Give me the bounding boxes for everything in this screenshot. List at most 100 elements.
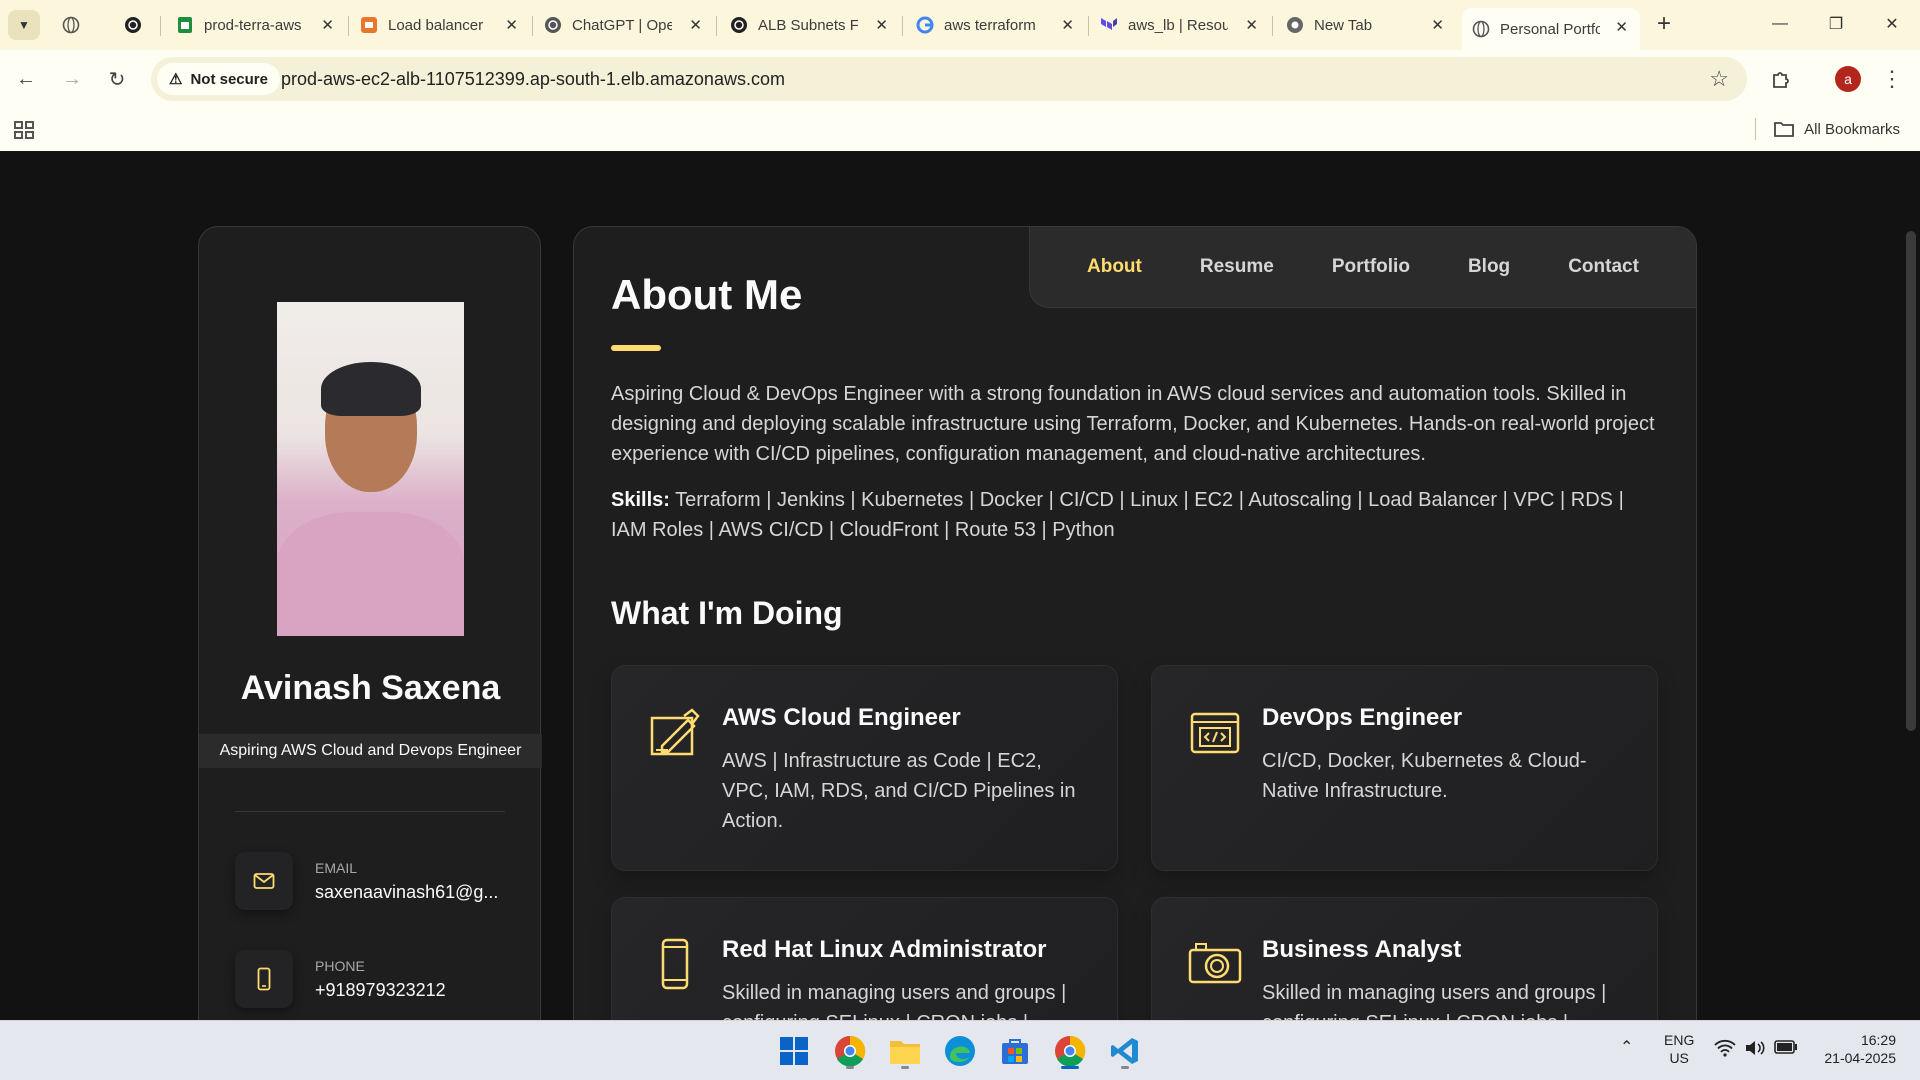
taskbar-chrome-profile[interactable]: [830, 1031, 870, 1071]
tab-4[interactable]: Load balancer ✕: [360, 8, 530, 42]
back-button[interactable]: ←: [10, 63, 42, 95]
all-bookmarks-button[interactable]: All Bookmarks: [1755, 118, 1900, 140]
aws-icon: [360, 16, 378, 34]
menu-button[interactable]: ⋮: [1876, 63, 1908, 95]
nav-blog[interactable]: Blog: [1468, 256, 1510, 278]
volume-icon[interactable]: [1744, 1039, 1766, 1061]
tab-title: ChatGPT | Ope: [572, 16, 672, 34]
tab-3[interactable]: prod-terra-aws ✕: [176, 8, 346, 42]
minimize-icon: —: [1772, 15, 1788, 32]
chrome-icon: [1286, 16, 1304, 34]
url-text[interactable]: prod-aws-ec2-alb-1107512399.ap-south-1.e…: [281, 69, 785, 90]
tab-title: aws terraform: [944, 16, 1036, 34]
code-window-icon: [1190, 712, 1240, 754]
profile-sidebar: Avinash Saxena Aspiring AWS Cloud and De…: [198, 226, 542, 1020]
tab-5[interactable]: ChatGPT | Ope ✕: [544, 8, 714, 42]
close-icon[interactable]: ✕: [875, 16, 888, 34]
taskbar-edge[interactable]: [940, 1031, 980, 1071]
close-icon[interactable]: ✕: [1061, 16, 1074, 34]
profile-title-badge: Aspiring AWS Cloud and Devops Engineer: [199, 734, 542, 768]
chevron-down-icon: ▼: [18, 18, 30, 32]
tab-strip: ▼ prod-terra-aws ✕ Load balancer ✕ ChatG…: [0, 0, 1920, 50]
tab-8[interactable]: aws_lb | Resou ✕: [1100, 8, 1270, 42]
apps-grid-icon[interactable]: [12, 118, 36, 142]
close-icon: ✕: [1885, 16, 1899, 33]
contact-label: Phone: [315, 957, 365, 974]
chrome-icon: [1055, 1035, 1086, 1067]
close-icon[interactable]: ✕: [321, 16, 334, 34]
nav-resume[interactable]: Resume: [1200, 256, 1274, 278]
language-indicator[interactable]: ENG US: [1664, 1031, 1694, 1067]
forward-button[interactable]: →: [56, 63, 88, 95]
globe-icon: [1472, 20, 1490, 38]
close-icon[interactable]: ✕: [1431, 16, 1444, 34]
reload-button[interactable]: ↻: [101, 63, 133, 95]
start-button[interactable]: [774, 1031, 814, 1071]
arrow-right-icon: →: [62, 67, 82, 90]
tab-1[interactable]: [62, 8, 92, 42]
service-card: Red Hat Linux Administrator Skilled in m…: [611, 897, 1118, 1020]
bookmark-star-icon[interactable]: ☆: [1709, 66, 1729, 92]
taskbar-vscode[interactable]: [1105, 1031, 1145, 1071]
nav-about[interactable]: About: [1087, 256, 1142, 278]
service-title: Red Hat Linux Administrator: [722, 936, 1047, 963]
close-icon[interactable]: ✕: [1245, 16, 1258, 34]
globe-icon: [62, 16, 80, 34]
taskbar-chrome-active[interactable]: [1050, 1031, 1090, 1071]
service-title: Business Analyst: [1262, 936, 1462, 963]
taskbar-file-explorer[interactable]: [885, 1031, 925, 1071]
tab-7[interactable]: aws terraform ✕: [916, 8, 1086, 42]
close-icon[interactable]: ✕: [505, 16, 518, 34]
page-scrollbar[interactable]: [1906, 231, 1916, 731]
profile-avatar[interactable]: a: [1835, 66, 1861, 92]
taskbar-store[interactable]: [995, 1031, 1035, 1071]
service-desc: CI/CD, Docker, Kubernetes & Cloud-Native…: [1262, 750, 1587, 802]
all-bookmarks-label: All Bookmarks: [1804, 120, 1900, 138]
main-navbar: About Resume Portfolio Blog Contact: [1029, 227, 1696, 308]
profile-initial: a: [1844, 71, 1852, 87]
arrow-left-icon: ←: [16, 67, 36, 90]
site-info-chip[interactable]: ⚠ Not secure: [157, 63, 280, 95]
nav-portfolio[interactable]: Portfolio: [1332, 256, 1410, 278]
tab-6[interactable]: ALB Subnets F ✕: [730, 8, 900, 42]
tab-9[interactable]: New Tab ✕: [1286, 8, 1456, 42]
tab-title: Load balancer: [388, 16, 484, 34]
close-icon[interactable]: ✕: [1615, 18, 1628, 36]
lang-code: ENG: [1664, 1032, 1695, 1048]
title-underline: [611, 345, 661, 351]
reload-icon: ↻: [108, 68, 126, 91]
tab-search-button[interactable]: ▼: [8, 10, 40, 40]
extensions-button[interactable]: [1765, 63, 1797, 95]
wifi-icon[interactable]: [1714, 1039, 1736, 1061]
clock[interactable]: 16:29 21-04-2025: [1816, 1031, 1896, 1067]
services-heading: What I'm Doing: [611, 595, 843, 631]
browser-toolbar: ← → ↻ ⚠ Not secure prod-aws-ec2-alb-1107…: [0, 50, 1920, 108]
service-card: Business Analyst Skilled in managing use…: [1151, 897, 1658, 1020]
email-link[interactable]: saxenaavinash61@g...: [315, 882, 498, 903]
tab-title: aws_lb | Resou: [1128, 16, 1228, 34]
terraform-icon: [1100, 16, 1118, 34]
address-bar[interactable]: ⚠ Not secure prod-aws-ec2-alb-1107512399…: [151, 57, 1747, 101]
close-icon[interactable]: ✕: [689, 16, 702, 34]
service-desc: Skilled in managing users and groups | c…: [722, 982, 1067, 1020]
service-desc: AWS | Infrastructure as Code | EC2, VPC,…: [722, 750, 1076, 832]
windows-taskbar: ⌃ ENG US 16:29 21-04-2025: [0, 1020, 1920, 1080]
openai-icon: [730, 16, 748, 34]
folder-icon: [890, 1041, 920, 1064]
phone-link[interactable]: +918979323212: [315, 980, 446, 1001]
tab-title: ALB Subnets F: [758, 16, 858, 34]
google-icon: [916, 16, 934, 34]
windows-logo-icon: [780, 1037, 808, 1065]
contact-email: Email saxenaavinash61@g...: [235, 852, 498, 910]
show-hidden-icons[interactable]: ⌃: [1620, 1039, 1633, 1057]
nav-contact[interactable]: Contact: [1568, 256, 1639, 278]
tab-10-active[interactable]: Personal Portfo ✕: [1462, 8, 1640, 50]
minimize-button[interactable]: —: [1752, 6, 1808, 42]
close-window-button[interactable]: ✕: [1864, 6, 1920, 42]
tab-2[interactable]: [124, 8, 154, 42]
battery-icon[interactable]: [1774, 1039, 1798, 1059]
new-tab-button[interactable]: +: [1650, 10, 1678, 38]
phone-icon: [235, 950, 293, 1008]
restore-button[interactable]: ❐: [1808, 6, 1864, 42]
openai-icon: [124, 16, 142, 34]
